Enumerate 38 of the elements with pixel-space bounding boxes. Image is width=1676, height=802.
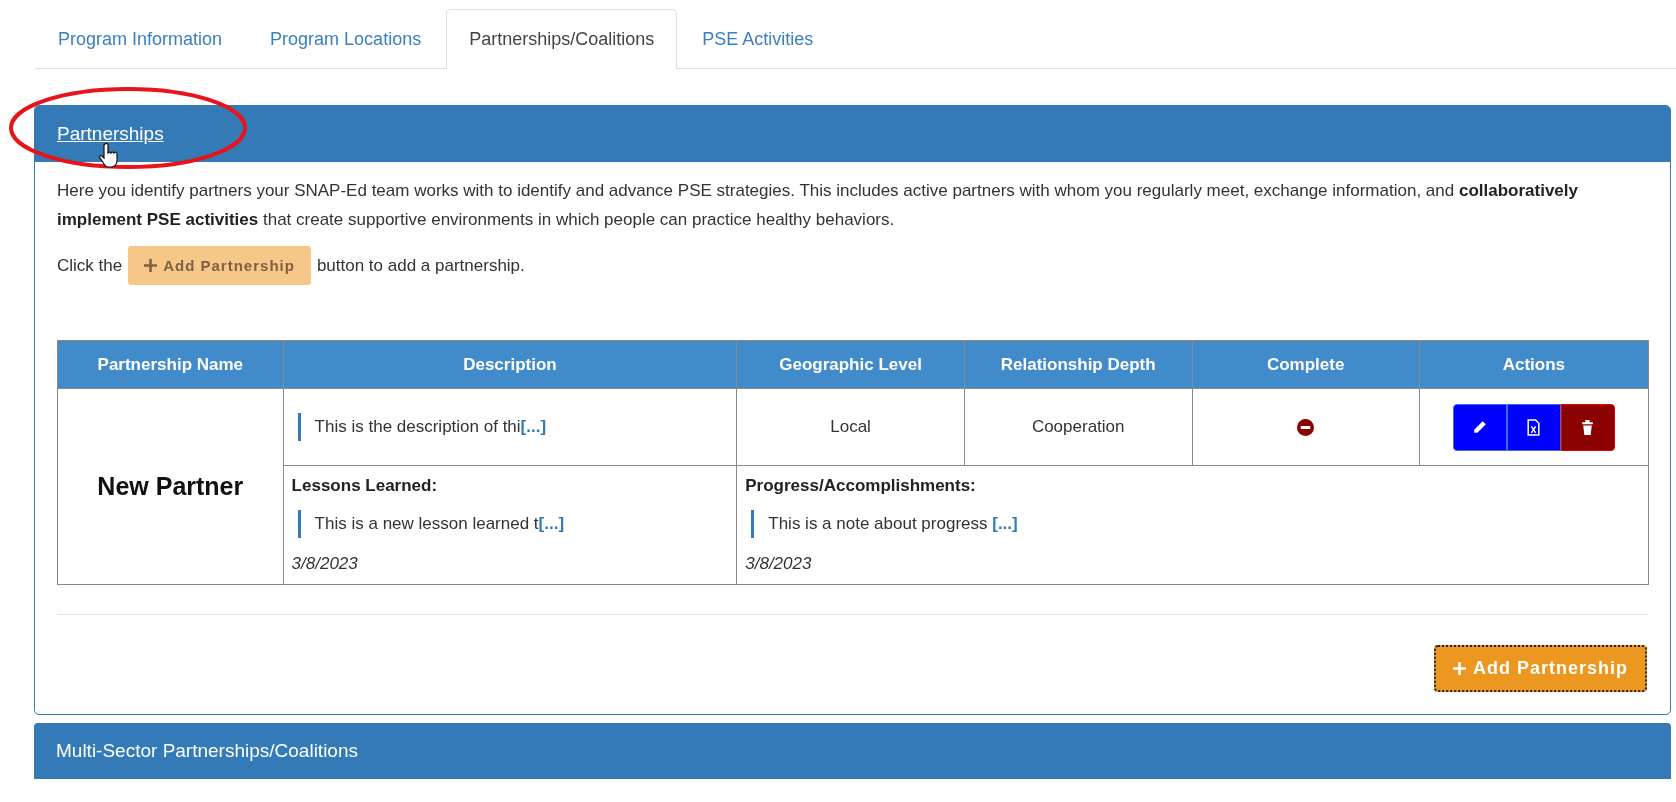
- instruction-text: button to add a partnership.: [316, 255, 525, 276]
- add-partnership-button[interactable]: Add Partnership: [128, 246, 311, 285]
- table-cell: Cooperation: [964, 388, 1193, 466]
- pencil-icon: [1471, 418, 1489, 436]
- date-text: 3/8/2023: [291, 554, 359, 574]
- add-partnership-button[interactable]: Add Partnership: [1433, 645, 1647, 692]
- intro-paragraph: Here you identify partners your SNAP-Ed team works with to identify and advance PSE strategies. This includes active partners with whom you regularly meet, exchange information, and collaboratively implement PSE activities that create supportive environments in which people can practice healthy behaviors.: [57, 180, 1579, 231]
- delete-button[interactable]: [1560, 403, 1615, 451]
- progress-label: Progress/Accomplishments:: [745, 476, 977, 496]
- panel-title-link[interactable]: Partnerships: [57, 123, 164, 145]
- column-header: Complete: [1192, 340, 1420, 389]
- date-text: 3/8/2023: [745, 554, 813, 574]
- edit-button[interactable]: [1452, 403, 1507, 451]
- tab[interactable]: PSE Activities: [679, 9, 837, 69]
- lessons-label: Lessons Learned:: [291, 476, 439, 496]
- plus-icon: [144, 259, 158, 272]
- progress-text: This is a note about progress: [768, 514, 989, 533]
- lesson-text: This is a new lesson learned t: [314, 514, 539, 533]
- partner-name-cell: New Partner: [57, 388, 284, 585]
- more-link[interactable]: [...]: [538, 514, 565, 533]
- description-text: This is the description of thi: [314, 417, 521, 436]
- more-link[interactable]: [...]: [520, 417, 547, 436]
- tab[interactable]: Program Information: [35, 9, 246, 69]
- panel-title: Multi-Sector Partnerships/Coalitions: [56, 740, 358, 762]
- tab[interactable]: Program Locations: [247, 9, 445, 69]
- more-link[interactable]: [...]: [992, 514, 1018, 533]
- column-header: Relationship Depth: [964, 340, 1193, 389]
- table-cell: Local: [736, 388, 965, 466]
- column-header: Partnership Name: [57, 340, 284, 389]
- hand-cursor-icon: [99, 142, 119, 170]
- plus-icon: [1452, 662, 1466, 675]
- export-button[interactable]: [1506, 403, 1561, 451]
- column-header: Actions: [1419, 340, 1649, 389]
- spreadsheet-file-icon: [1525, 418, 1543, 436]
- tab[interactable]: Partnerships/Coalitions: [446, 9, 678, 69]
- column-header: Geographic Level: [736, 340, 965, 389]
- instruction-text: Click the: [57, 255, 123, 276]
- column-header: Description: [283, 340, 737, 389]
